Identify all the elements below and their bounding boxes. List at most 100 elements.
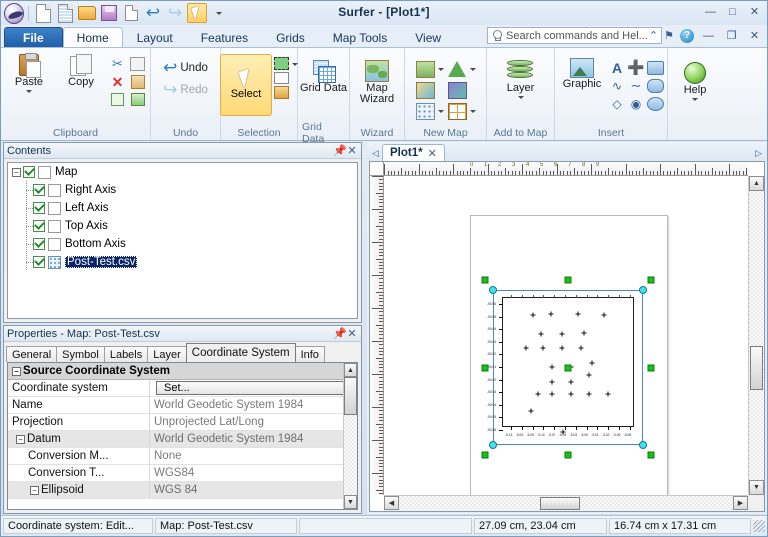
resize-handle[interactable]: [647, 276, 655, 284]
contour-dropdown-arrow[interactable]: [438, 68, 444, 71]
close-icon[interactable]: ✕: [346, 327, 358, 340]
paste-special-icon[interactable]: [130, 74, 145, 89]
paste-dropdown-arrow[interactable]: [26, 90, 32, 93]
select-button[interactable]: Select: [220, 54, 272, 116]
canvas-vscroll-thumb[interactable]: [750, 346, 763, 390]
contents-tree[interactable]: − Map Right Axis Left Axis Top Axis Bott…: [7, 162, 358, 319]
copy-button[interactable]: Copy: [56, 52, 106, 88]
close-button[interactable]: ✕: [746, 4, 763, 19]
document-tab-close-icon[interactable]: ✕: [428, 147, 437, 160]
tree-checkbox[interactable]: [33, 184, 45, 196]
map-wizard-button[interactable]: Map Wizard: [352, 58, 402, 105]
canvas-hscroll-thumb[interactable]: [540, 497, 580, 510]
expander-icon[interactable]: −: [12, 167, 21, 177]
format-painter-icon[interactable]: [130, 56, 145, 71]
resize-handle[interactable]: [481, 364, 489, 371]
flag-icon[interactable]: ⚑: [664, 29, 674, 42]
pin-icon[interactable]: 📌: [333, 327, 347, 340]
tree-item-post-test-csv[interactable]: Post-Test.csv: [8, 253, 357, 271]
property-row-ellipsoid[interactable]: − Ellipsoid WGS 84: [8, 482, 357, 499]
canvas-scroll-right-button[interactable]: ▶: [733, 496, 748, 510]
resize-handle[interactable]: [481, 451, 489, 459]
polyline-icon[interactable]: ∿: [612, 79, 622, 93]
tab-nav-left-icon[interactable]: ◁: [369, 145, 382, 161]
rectangle-icon[interactable]: [646, 60, 664, 75]
property-grid-scrollbar[interactable]: ▲ ▼: [343, 363, 357, 509]
document-tab-plot1[interactable]: Plot1* ✕: [382, 144, 445, 161]
vector-map-icon[interactable]: [447, 81, 467, 99]
property-grid[interactable]: − Source Coordinate System Coordinate sy…: [7, 362, 358, 510]
tab-general[interactable]: General: [6, 346, 58, 362]
post-map-icon[interactable]: [415, 102, 435, 120]
property-row-conversion-type[interactable]: Conversion T... WGS84: [8, 465, 357, 482]
minimize-button[interactable]: —: [702, 4, 719, 19]
symbol-icon[interactable]: ◉: [631, 97, 641, 111]
tree-item-left-axis[interactable]: Left Axis: [8, 199, 357, 217]
tab-home[interactable]: Home: [62, 27, 123, 47]
tab-file[interactable]: File: [4, 27, 63, 47]
minimize-ribbon-icon[interactable]: ⌃: [649, 29, 658, 42]
inner-close-button[interactable]: ✕: [746, 28, 763, 43]
reshape-icon[interactable]: [274, 72, 289, 84]
resize-handle[interactable]: [564, 364, 572, 371]
help-icon[interactable]: ?: [680, 28, 694, 43]
tab-layout[interactable]: Layout: [123, 27, 187, 47]
tree-item-map[interactable]: − Map: [8, 163, 357, 181]
duplicate-icon[interactable]: [111, 93, 124, 106]
post-dropdown-arrow[interactable]: [438, 110, 444, 113]
base-map-icon[interactable]: [447, 102, 467, 120]
tab-view[interactable]: View: [401, 27, 455, 47]
tree-item-right-axis[interactable]: Right Axis: [8, 181, 357, 199]
property-row-name[interactable]: Name World Geodetic System 1984: [8, 397, 357, 414]
tab-coordinate-system[interactable]: Coordinate System: [185, 343, 296, 362]
tree-checkbox[interactable]: [33, 202, 45, 214]
page-sheet[interactable]: -5.13 -5.04 -5.05 -5.10 -5.07 -5.04 -5.03 -5.06…: [470, 215, 668, 495]
pan-icon[interactable]: [274, 86, 289, 99]
paste-button[interactable]: Paste: [4, 52, 54, 93]
rotate-handle[interactable]: [489, 286, 497, 294]
tab-layer[interactable]: Layer: [147, 346, 187, 362]
tree-checkbox[interactable]: [33, 256, 45, 268]
tab-info[interactable]: Info: [294, 346, 325, 362]
resize-handle[interactable]: [564, 451, 572, 459]
copy-format-icon[interactable]: [130, 93, 145, 106]
redo-button[interactable]: ↪ Redo: [160, 81, 211, 98]
layer-dropdown-arrow[interactable]: [517, 96, 524, 99]
property-row-datum[interactable]: − Datum World Geodetic System 1984: [8, 431, 357, 448]
section-expander-icon[interactable]: −: [12, 366, 21, 376]
ellipsoid-expander-icon[interactable]: −: [30, 485, 39, 495]
property-section-header[interactable]: − Source Coordinate System: [8, 363, 357, 380]
canvas-vertical-scrollbar[interactable]: ▲ ▼: [748, 176, 764, 495]
rotate-handle[interactable]: [639, 286, 647, 294]
marquee-select-icon[interactable]: [274, 57, 289, 70]
ellipse-icon[interactable]: [646, 96, 664, 111]
help-dropdown-arrow[interactable]: [692, 98, 698, 101]
red-x-icon[interactable]: ✕: [112, 75, 124, 89]
plot-canvas[interactable]: -5.13 -5.04 -5.05 -5.10 -5.07 -5.04 -5.03 -5.06…: [384, 176, 748, 495]
tab-labels[interactable]: Labels: [103, 346, 149, 362]
scroll-up-button[interactable]: ▲: [344, 363, 357, 377]
polygon-icon[interactable]: ◇: [612, 97, 621, 111]
maximize-button[interactable]: □: [724, 4, 741, 19]
search-box[interactable]: Search commands and Hel...: [487, 27, 662, 44]
surface-dropdown-arrow[interactable]: [470, 68, 476, 71]
tab-grids[interactable]: Grids: [262, 27, 319, 47]
tab-map-tools[interactable]: Map Tools: [319, 27, 401, 47]
close-icon[interactable]: ✕: [346, 144, 358, 157]
resize-handle[interactable]: [481, 276, 489, 284]
point-icon[interactable]: ➕: [627, 59, 644, 76]
pin-icon[interactable]: 📌: [333, 144, 347, 157]
rounded-rectangle-icon[interactable]: [646, 78, 664, 93]
tree-checkbox[interactable]: [23, 166, 35, 178]
layer-button[interactable]: Layer: [493, 58, 549, 99]
property-row-coordinate-system[interactable]: Coordinate system Set...: [8, 380, 357, 397]
property-row-conversion-method[interactable]: Conversion M... None: [8, 448, 357, 465]
resize-grip[interactable]: [753, 520, 765, 532]
set-button[interactable]: Set...: [156, 381, 357, 395]
base-dropdown-arrow[interactable]: [470, 110, 476, 113]
tab-nav-right-icon[interactable]: ▷: [752, 145, 765, 161]
canvas-scroll-down-button[interactable]: ▼: [749, 480, 764, 495]
contour-map-icon[interactable]: [415, 60, 435, 78]
tree-item-bottom-axis[interactable]: Bottom Axis: [8, 235, 357, 253]
undo-button[interactable]: ↩ Undo: [160, 59, 211, 76]
